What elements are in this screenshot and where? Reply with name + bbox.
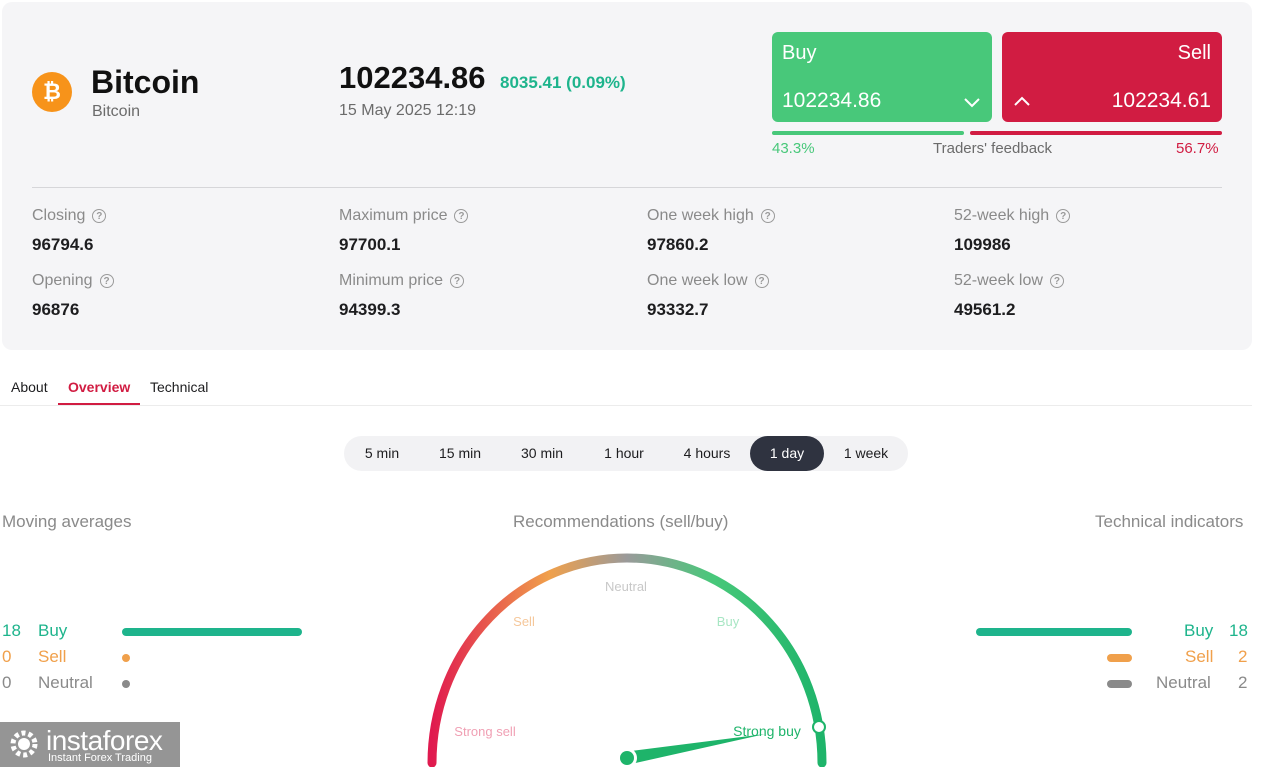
help-icon[interactable]: ? <box>1049 274 1064 288</box>
ma-sell-bar <box>122 654 130 662</box>
ti-buy-count: 18 <box>1229 621 1248 640</box>
technical-indicators-title: Technical indicators <box>1095 512 1244 531</box>
period-15-min[interactable]: 15 min <box>420 436 500 471</box>
stat-maximum-price: Maximum price? 97700.1 <box>339 207 469 255</box>
ti-neutral-bar <box>1107 680 1132 688</box>
gauge-needle <box>623 734 765 764</box>
moving-averages-title: Moving averages <box>2 512 132 531</box>
sell-button[interactable]: Sell 102234.61 <box>1002 32 1222 122</box>
tab-overview[interactable]: Overview <box>68 379 130 395</box>
gauge-label-sell: Sell <box>513 614 535 629</box>
gear-logo-icon <box>10 730 38 758</box>
help-icon[interactable]: ? <box>454 209 469 223</box>
stat-52-week-high: 52-week high? 109986 <box>954 207 1071 255</box>
help-icon[interactable]: ? <box>760 209 775 223</box>
help-icon[interactable]: ? <box>92 209 107 223</box>
chevron-down-icon <box>964 98 980 108</box>
period-4-hours[interactable]: 4 hours <box>664 436 750 471</box>
ti-neutral-count: 2 <box>1238 673 1248 692</box>
divider <box>32 187 1222 188</box>
active-tab-indicator <box>58 403 140 405</box>
period-selector: 5 min 15 min 30 min 1 hour 4 hours 1 day… <box>344 436 908 471</box>
ti-sell-label: Sell <box>1185 647 1214 666</box>
ti-buy-label: Buy <box>1184 621 1214 640</box>
period-1-week[interactable]: 1 week <box>824 436 908 471</box>
ma-sell-count: 0 <box>2 647 12 666</box>
current-price: 102234.86 <box>339 60 486 95</box>
stat-value: 93332.7 <box>647 300 709 319</box>
instrument-name: Bitcoin <box>91 64 200 100</box>
quote-datetime: 15 May 2025 12:19 <box>339 102 476 119</box>
stat-one-week-high: One week high? 97860.2 <box>647 207 775 255</box>
gauge-label-strong-sell: Strong sell <box>454 724 516 739</box>
stat-closing: Closing? 96794.6 <box>32 207 107 255</box>
buy-price: 102234.86 <box>782 89 882 112</box>
stat-one-week-low: One week low? 93332.7 <box>647 272 769 320</box>
ti-sell-count: 2 <box>1238 647 1248 666</box>
bitcoin-icon: ₿ <box>32 72 72 112</box>
tab-bar: About Overview Technical <box>0 370 1252 406</box>
sell-button-label: Sell <box>1177 42 1211 64</box>
recommendations-title: Recommendations (sell/buy) <box>513 512 729 531</box>
stat-label: One week high <box>647 207 754 224</box>
ma-neutral-label: Neutral <box>38 673 93 692</box>
gauge-label-strong-buy: Strong buy <box>733 723 801 739</box>
help-icon[interactable]: ? <box>450 274 465 288</box>
stat-label: One week low <box>647 272 748 289</box>
ma-buy-label: Buy <box>38 621 68 640</box>
stat-label: Maximum price <box>339 207 448 224</box>
help-icon[interactable]: ? <box>754 274 769 288</box>
stat-label: 52-week low <box>954 272 1043 289</box>
period-1-day[interactable]: 1 day <box>750 436 824 471</box>
period-1-hour[interactable]: 1 hour <box>584 436 664 471</box>
tab-technical[interactable]: Technical <box>150 379 208 395</box>
period-30-min[interactable]: 30 min <box>500 436 584 471</box>
stat-value: 96876 <box>32 300 80 319</box>
ma-buy-count: 18 <box>2 621 21 640</box>
instrument-subtitle: Bitcoin <box>92 103 141 120</box>
help-icon[interactable]: ? <box>1056 209 1071 223</box>
instaforex-logo: instaforex Instant Forex Trading <box>0 722 180 767</box>
stat-minimum-price: Minimum price? 94399.3 <box>339 272 465 320</box>
buy-button-label: Buy <box>782 42 817 64</box>
price-change: 8035.41 (0.09%) <box>500 73 626 92</box>
gauge-pivot <box>620 751 634 765</box>
gauge-label-neutral: Neutral <box>605 579 647 594</box>
stat-value: 96794.6 <box>32 235 94 254</box>
recommendation-gauge: Neutral Sell Buy Strong sell Strong buy <box>427 553 827 767</box>
stat-52-week-low: 52-week low? 49561.2 <box>954 272 1064 320</box>
period-5-min[interactable]: 5 min <box>344 436 420 471</box>
stat-label: Minimum price <box>339 272 444 289</box>
feedback-sell-percent: 56.7% <box>1176 140 1219 157</box>
help-icon[interactable]: ? <box>99 274 114 288</box>
ti-sell-bar <box>1107 654 1132 662</box>
ma-buy-bar <box>122 628 302 636</box>
stat-label: Closing <box>32 207 86 224</box>
chevron-up-icon <box>1014 96 1030 106</box>
ti-neutral-label: Neutral <box>1156 673 1211 692</box>
feedback-label: Traders' feedback <box>933 140 1053 157</box>
logo-tagline: Instant Forex Trading <box>48 752 152 764</box>
stat-label: Opening <box>32 272 93 289</box>
ti-buy-bar <box>976 628 1132 636</box>
stat-value: 97860.2 <box>647 235 709 254</box>
stat-value: 49561.2 <box>954 300 1016 319</box>
stat-value: 94399.3 <box>339 300 401 319</box>
feedback-sell-bar <box>970 131 1222 135</box>
gauge-marker <box>812 720 826 734</box>
stat-value: 97700.1 <box>339 235 401 254</box>
feedback-buy-percent: 43.3% <box>772 140 815 157</box>
tab-about[interactable]: About <box>11 379 48 395</box>
feedback-buy-bar <box>772 131 964 135</box>
gauge-label-buy: Buy <box>717 614 740 629</box>
ma-neutral-count: 0 <box>2 673 12 692</box>
buy-button[interactable]: Buy 102234.86 <box>772 32 992 122</box>
stat-value: 109986 <box>954 235 1011 254</box>
stat-opening: Opening? 96876 <box>32 272 114 320</box>
stat-label: 52-week high <box>954 207 1050 224</box>
sell-price: 102234.61 <box>1111 89 1211 112</box>
ma-neutral-bar <box>122 680 130 688</box>
ma-sell-label: Sell <box>38 647 67 666</box>
